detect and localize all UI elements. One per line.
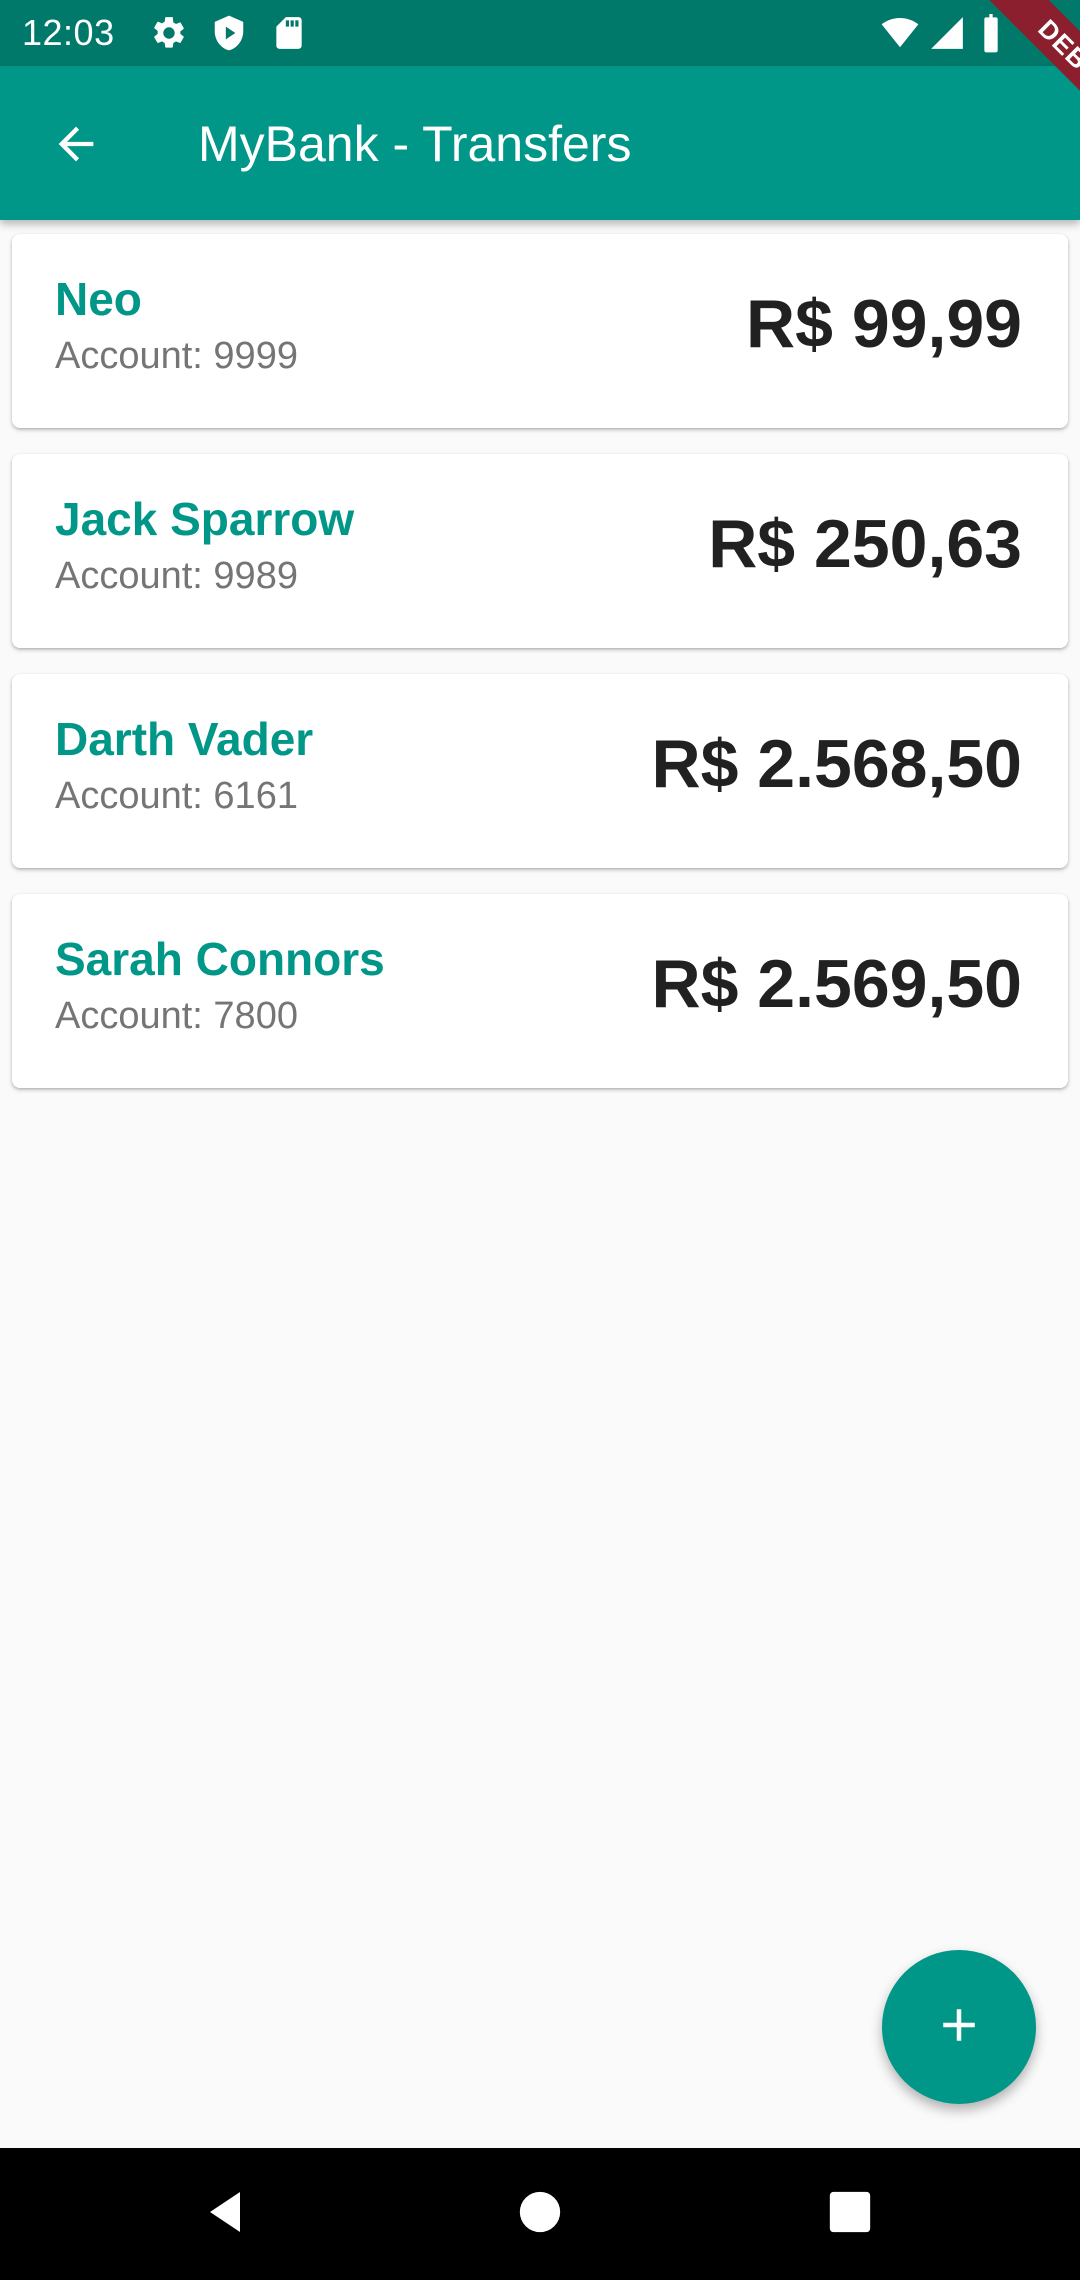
transfer-name: Jack Sparrow — [55, 493, 355, 545]
transfer-account: Account: 7800 — [55, 995, 298, 1037]
arrow-back-icon — [50, 118, 102, 175]
signal-icon — [928, 14, 966, 52]
back-triangle-icon — [202, 2187, 250, 2242]
nav-home-button[interactable] — [500, 2174, 580, 2254]
transfer-account: Account: 9989 — [55, 555, 298, 597]
status-time: 12:03 — [22, 12, 115, 53]
transfer-name: Neo — [55, 273, 142, 325]
transfer-card[interactable]: Jack Sparrow Account: 9989 R$ 250,63 — [12, 454, 1068, 648]
status-bar: 12:03 — [0, 0, 1080, 66]
transfer-account: Account: 9999 — [55, 335, 298, 377]
wifi-icon — [880, 14, 919, 52]
transfer-card[interactable]: Sarah Connors Account: 7800 R$ 2.569,50 — [12, 894, 1068, 1088]
home-circle-icon — [518, 2190, 562, 2239]
page-title: MyBank - Transfers — [198, 116, 632, 172]
transfer-name: Darth Vader — [55, 713, 314, 765]
transfer-card[interactable]: Darth Vader Account: 6161 R$ 2.568,50 — [12, 674, 1068, 868]
transfer-account: Account: 6161 — [55, 775, 298, 817]
transfer-value: R$ 2.569,50 — [651, 946, 1022, 1022]
sd-card-icon — [270, 14, 308, 52]
app-bar: MyBank - Transfers — [0, 66, 1080, 220]
back-button[interactable] — [36, 106, 116, 186]
transfer-value: R$ 2.568,50 — [651, 726, 1022, 802]
shield-icon — [210, 14, 248, 52]
recents-square-icon — [828, 2190, 872, 2239]
add-transfer-button[interactable] — [882, 1950, 1036, 2104]
transfer-value: R$ 250,63 — [708, 506, 1022, 582]
system-nav-bar — [0, 2148, 1080, 2280]
transfer-name: Sarah Connors — [55, 933, 385, 985]
plus-icon — [932, 1998, 986, 2057]
nav-recents-button[interactable] — [810, 2174, 890, 2254]
settings-icon — [150, 14, 188, 52]
transfer-value: R$ 99,99 — [746, 286, 1022, 362]
battery-icon — [976, 14, 1014, 53]
nav-back-button[interactable] — [186, 2174, 266, 2254]
transfer-card[interactable]: Neo Account: 9999 R$ 99,99 — [12, 234, 1068, 428]
